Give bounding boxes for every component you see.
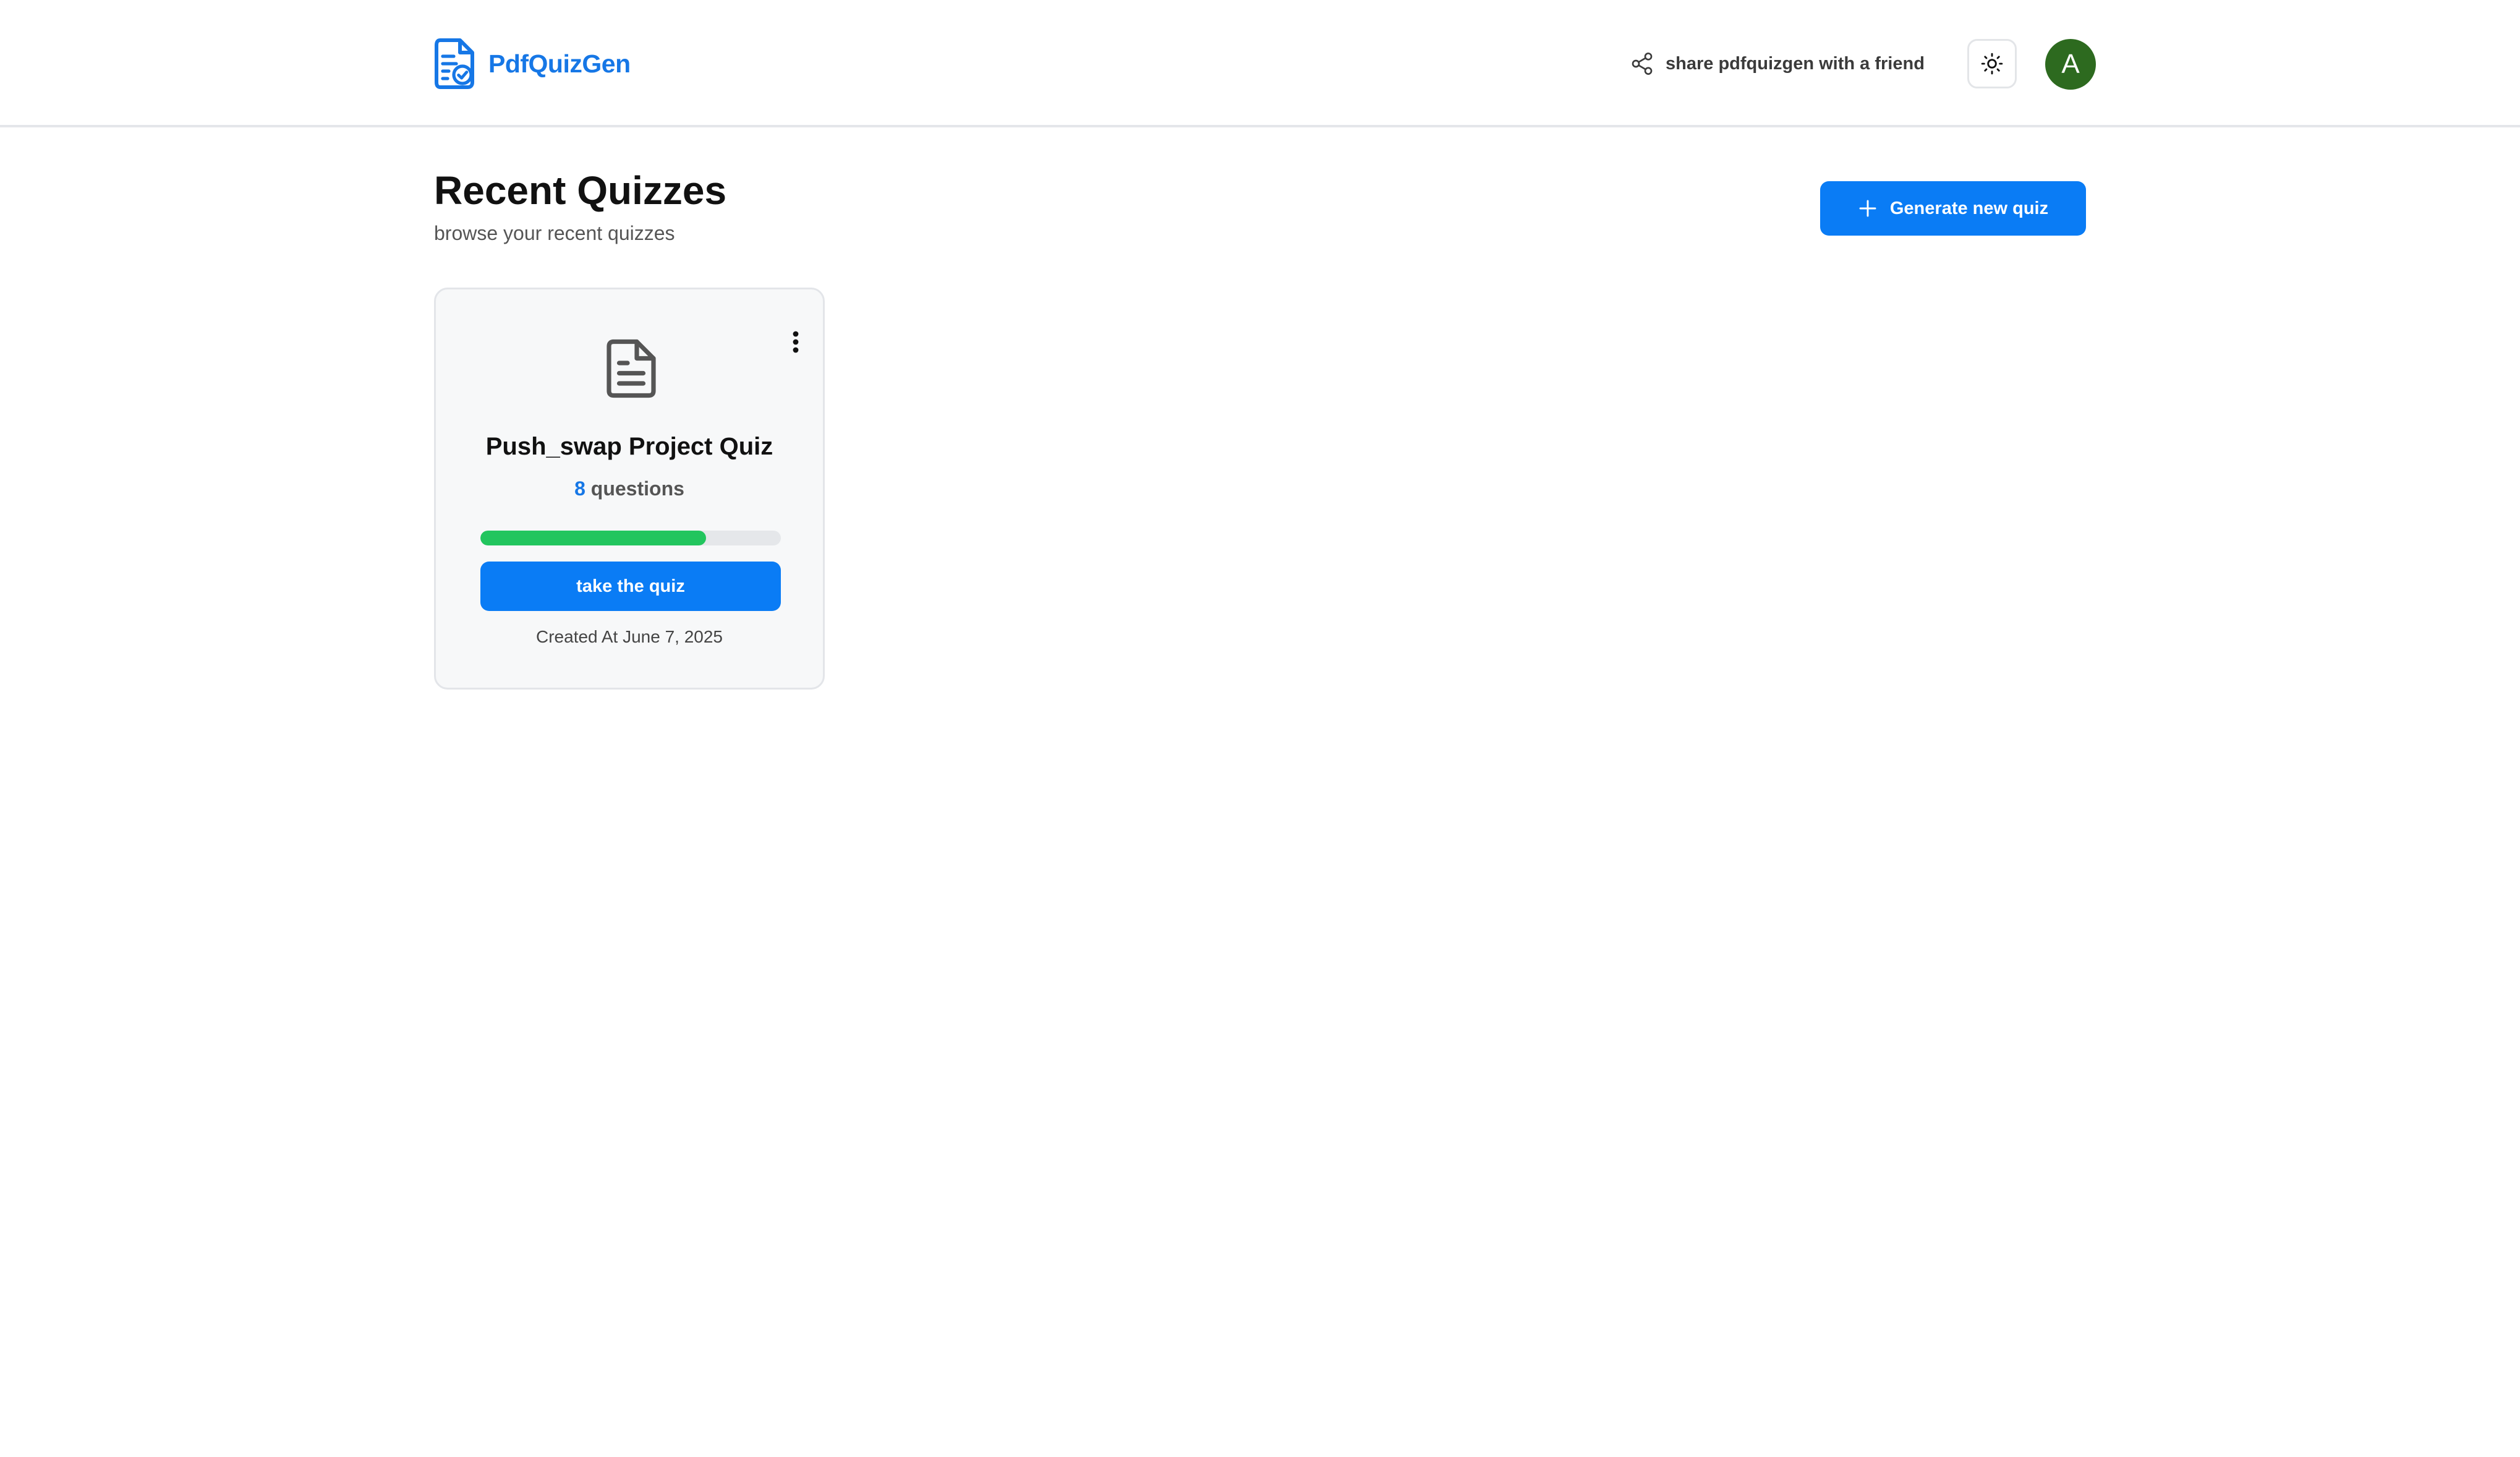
page-subtitle: browse your recent quizzes [434,222,675,244]
quiz-created-date: Created At June 7, 2025 [536,627,723,646]
document-icon [607,339,656,398]
plus-icon [1859,200,1876,217]
generate-new-quiz-button[interactable]: Generate new quiz [1820,181,2086,236]
share-text: share pdfquizgen with a friend [1666,53,1925,74]
quiz-progress-bar [480,531,781,545]
sun-icon [1981,53,2003,75]
card-menu-button[interactable] [783,327,808,357]
generate-button-label: Generate new quiz [1889,198,2049,218]
user-avatar[interactable]: A [2045,39,2096,90]
share-icon [1632,53,1653,75]
top-header: PdfQuizGen share pdfquizgen with a frien… [0,0,2520,127]
kebab-menu-icon [793,331,799,353]
quiz-title: Push_swap Project Quiz [485,433,773,460]
take-quiz-button[interactable]: take the quiz [480,562,781,611]
question-count-number: 8 [574,477,585,500]
quiz-progress-fill [480,531,706,545]
quiz-question-count: 8 questions [436,477,823,500]
question-count-suffix: questions [585,477,684,500]
theme-toggle-button[interactable] [1967,39,2017,88]
brand-logo[interactable]: PdfQuizGen [434,37,631,90]
quiz-card: Push_swap Project Quiz 8 questions take … [434,288,825,690]
page-title: Recent Quizzes [434,168,727,213]
brand-name: PdfQuizGen [488,49,631,78]
share-link[interactable]: share pdfquizgen with a friend [1630,47,1925,80]
quiz-document-check-icon [435,38,474,89]
